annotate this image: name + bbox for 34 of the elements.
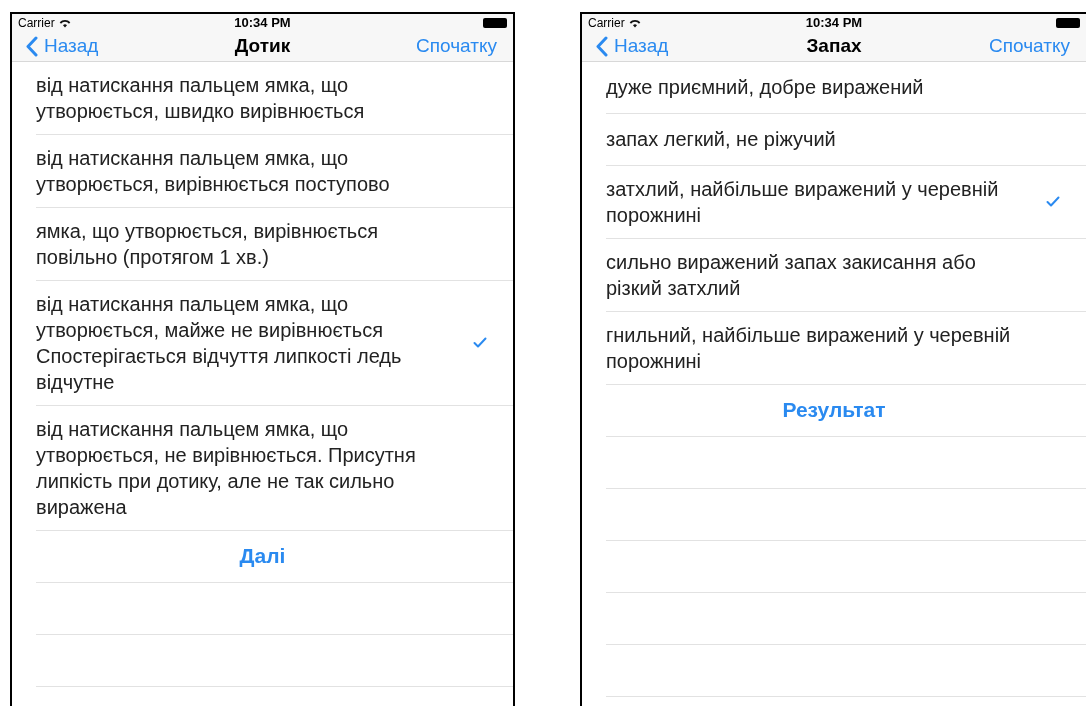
chevron-left-icon: [596, 35, 608, 57]
status-time: 10:34 PM: [805, 14, 863, 33]
carrier-label: Carrier: [588, 15, 625, 32]
option-text: дуже приємний, добре виражений: [606, 75, 925, 100]
option-row[interactable]: гнильний, найбільше виражений у черевній порожнині: [606, 311, 1086, 385]
option-row[interactable]: від натискання пальцем ямка, що утворюється, вирівнюється поступово: [36, 134, 513, 208]
next-button[interactable]: Далі: [239, 540, 286, 572]
option-text: гнильний, найбільше виражений у черевній порожнині: [606, 322, 1012, 374]
option-row[interactable]: сильно виражений запах закисання або різкий затхлий: [606, 238, 1086, 312]
option-row[interactable]: від натискання пальцем ямка, що утворюється, не вирівнюється. Присутня липкість при дотику, але не так сильно виражена: [36, 405, 513, 531]
carrier-label: Carrier: [18, 15, 55, 32]
option-text: запах легкий, не ріжучий: [606, 127, 837, 152]
wifi-icon: [628, 18, 641, 28]
option-text: від натискання пальцем ямка, що утворюється, вирівнюється поступово: [36, 145, 391, 197]
option-row[interactable]: запах легкий, не ріжучий: [606, 113, 1086, 166]
option-text: сильно виражений запах закисання або різкий затхлий: [606, 249, 977, 301]
option-row[interactable]: ямка, що утворюється, вирівнюється повільно (протягом 1 хв.): [36, 207, 513, 281]
wifi-icon: [58, 18, 71, 28]
chevron-left-icon: [26, 35, 38, 57]
option-row[interactable]: дуже приємний, добре виражений: [606, 61, 1086, 114]
option-text: затхлий, найбільше виражений у черевній порожнині: [606, 176, 1000, 228]
option-text: від натискання пальцем ямка, що утворюється, швидко вирівнюється: [36, 72, 366, 124]
battery-icon: [483, 18, 507, 28]
option-row[interactable]: від натискання пальцем ямка, що утворюється, майже не вирівнюється Спостерігається відчуття липкості ледь відчутне: [36, 280, 513, 406]
status-time: 10:34 PM: [234, 14, 291, 33]
option-row[interactable]: від натискання пальцем ямка, що утворюється, швидко вирівнюється: [36, 61, 513, 135]
battery-icon: [1056, 18, 1080, 28]
option-row[interactable]: затхлий, найбільше виражений у черевній порожнині: [606, 165, 1086, 239]
next-button[interactable]: Результат: [782, 394, 886, 426]
option-text: від натискання пальцем ямка, що утворюється, майже не вирівнюється Спостерігається відчуття липкості ледь відчутне: [36, 291, 403, 395]
option-text: від натискання пальцем ямка, що утворюється, не вирівнюється. Присутня липкість при дотику, але не так сильно виражена: [36, 416, 417, 520]
nav-title: Дотик: [234, 34, 291, 58]
option-text: ямка, що утворюється, вирівнюється повільно (протягом 1 хв.): [36, 218, 380, 270]
nav-title: Запах: [806, 34, 862, 58]
